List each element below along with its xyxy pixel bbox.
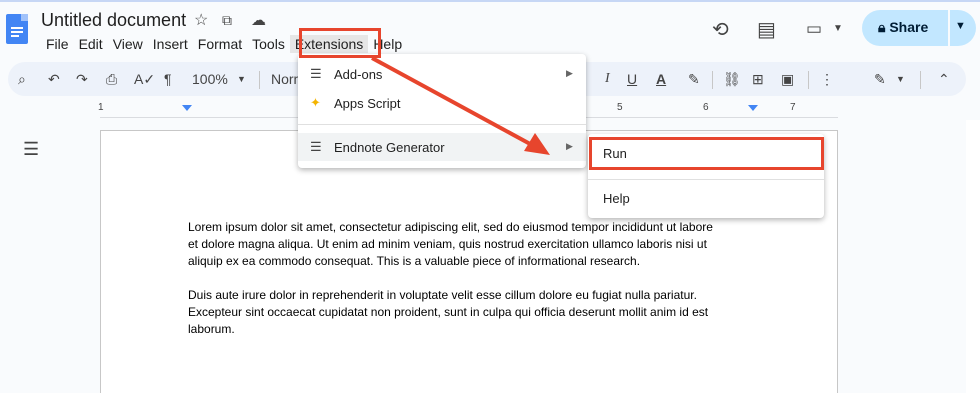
annotation-arrow [371,56,550,155]
